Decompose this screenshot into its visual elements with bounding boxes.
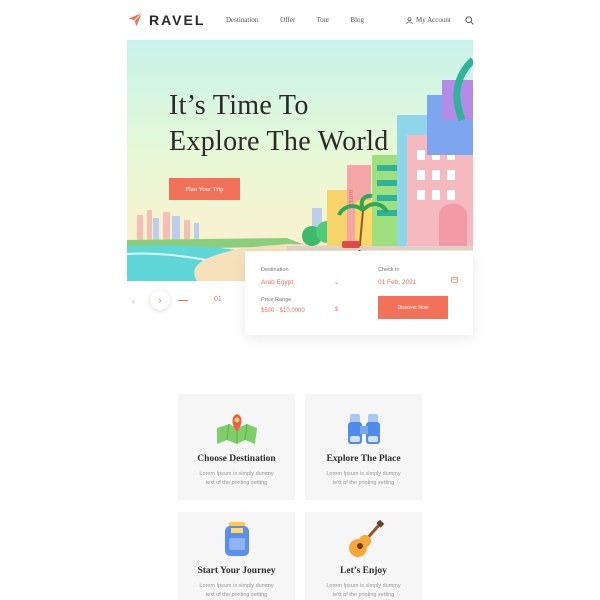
next-slide-button[interactable]: › <box>150 290 170 310</box>
nav-item-offer[interactable]: Offer <box>280 16 295 24</box>
feature-title: Let’s Enjoy <box>340 566 387 576</box>
dollar-icon: $ <box>335 307 339 313</box>
hero-title-line-2: Explore The World <box>169 126 389 157</box>
guitar-icon <box>349 520 385 557</box>
price-range-label: Price Range <box>261 297 292 303</box>
feature-desc: Lorem Ipsum is simply dummy text of the … <box>315 470 412 488</box>
slider-progress-line <box>178 300 188 301</box>
feature-desc-line: text of the printing setting <box>205 592 268 598</box>
backpack-icon <box>225 522 249 556</box>
feature-card-explore-place[interactable]: Explore The Place Lorem Ipsum is simply … <box>305 394 422 500</box>
plan-trip-button[interactable]: Plan Your Trip <box>169 178 240 200</box>
feature-desc-line: Lorem Ipsum is simply dummy <box>326 471 401 477</box>
checkin-label: Check in <box>378 267 400 273</box>
feature-title: Explore The Place <box>326 454 401 464</box>
feature-card-lets-enjoy[interactable]: Let’s Enjoy Lorem Ipsum is simply dummy … <box>305 512 422 600</box>
discover-now-button[interactable]: Discover Now <box>378 296 448 319</box>
feature-desc-line: Lorem Ipsum is simply dummy <box>199 583 274 589</box>
feature-desc: Lorem Ipsum is simply dummy text of the … <box>315 582 412 600</box>
my-account-label: My Account <box>416 16 451 24</box>
main-nav: Destination Offer Tour Blog <box>226 16 364 24</box>
booking-card: Destination Arab Egypt ⌄ Check in 01 Feb… <box>245 251 473 335</box>
user-icon <box>406 16 413 24</box>
hero-banner: HOTEL It’s Time To Explore The World Pla… <box>127 40 473 281</box>
nav-item-tour[interactable]: Tour <box>316 16 329 24</box>
logo[interactable]: RAVEL <box>127 11 205 28</box>
slide-number: 01 <box>214 296 222 303</box>
feature-desc-line: Lorem Ipsum is simply dummy <box>199 471 274 477</box>
hero-title-line-1: It’s Time To <box>169 90 309 121</box>
feature-desc-line: text of the printing setting <box>332 592 395 598</box>
prev-slide-button[interactable]: ‹ <box>132 296 135 306</box>
feature-desc: Lorem Ipsum is simply dummy text of the … <box>188 470 285 488</box>
site-header: RAVEL Destination Offer Tour Blog My Acc… <box>0 0 600 40</box>
city-beach-illustration: HOTEL <box>127 57 473 281</box>
binoculars-icon <box>348 414 380 444</box>
calendar-icon[interactable] <box>451 276 458 283</box>
feature-title: Choose Destination <box>197 454 276 464</box>
nav-item-destination[interactable]: Destination <box>226 16 258 24</box>
destination-label: Destination <box>261 267 289 273</box>
chevron-right-icon: › <box>158 295 162 305</box>
feature-desc-line: Lorem Ipsum is simply dummy <box>326 583 401 589</box>
nav-item-blog[interactable]: Blog <box>350 16 364 24</box>
destination-select[interactable]: Arab Egypt <box>261 279 293 286</box>
feature-desc-line: text of the printing setting <box>205 480 268 486</box>
search-icon[interactable] <box>465 16 474 25</box>
brand-name: RAVEL <box>149 11 206 28</box>
feature-card-choose-destination[interactable]: Choose Destination Lorem Ipsum is simply… <box>178 394 295 500</box>
map-icon <box>217 414 257 444</box>
hero-title: It’s Time To Explore The World <box>169 88 389 160</box>
chevron-down-icon[interactable]: ⌄ <box>334 279 339 286</box>
logo-mark-icon <box>128 12 143 27</box>
feature-desc-line: text of the printing setting <box>332 480 395 486</box>
my-account-link[interactable]: My Account <box>406 16 451 24</box>
feature-desc: Lorem Ipsum is simply dummy text of the … <box>188 582 285 600</box>
page: RAVEL Destination Offer Tour Blog My Acc… <box>0 0 600 600</box>
checkin-field[interactable]: 01 Feb, 2021 <box>378 279 416 286</box>
feature-card-start-journey[interactable]: Start Your Journey Lorem Ipsum is simply… <box>178 512 295 600</box>
feature-title: Start Your Journey <box>197 566 276 576</box>
price-range-field[interactable]: $500 - $10,0000 <box>261 308 305 314</box>
svg-text:HOTEL: HOTEL <box>347 190 352 206</box>
